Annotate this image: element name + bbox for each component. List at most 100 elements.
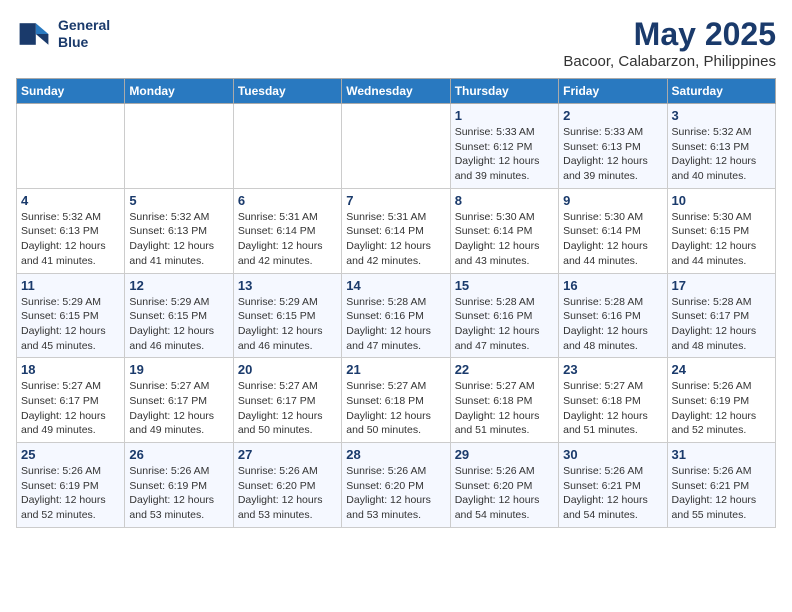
day-info: Sunrise: 5:26 AM Sunset: 6:19 PM Dayligh… [129, 464, 228, 523]
day-info: Sunrise: 5:30 AM Sunset: 6:15 PM Dayligh… [672, 210, 771, 269]
day-info: Sunrise: 5:27 AM Sunset: 6:18 PM Dayligh… [563, 379, 662, 438]
calendar-cell: 25 Sunrise: 5:26 AM Sunset: 6:19 PM Dayli… [17, 443, 125, 528]
day-info: Sunrise: 5:28 AM Sunset: 6:16 PM Dayligh… [563, 295, 662, 354]
day-info: Sunrise: 5:29 AM Sunset: 6:15 PM Dayligh… [238, 295, 337, 354]
day-info: Sunrise: 5:32 AM Sunset: 6:13 PM Dayligh… [129, 210, 228, 269]
calendar-week-row: 18 Sunrise: 5:27 AM Sunset: 6:17 PM Dayli… [17, 358, 776, 443]
day-number: 29 [455, 447, 554, 462]
day-info: Sunrise: 5:33 AM Sunset: 6:13 PM Dayligh… [563, 125, 662, 184]
day-number: 23 [563, 362, 662, 377]
calendar-cell: 13 Sunrise: 5:29 AM Sunset: 6:15 PM Dayli… [233, 273, 341, 358]
calendar-cell: 7 Sunrise: 5:31 AM Sunset: 6:14 PM Daylig… [342, 188, 450, 273]
day-info: Sunrise: 5:28 AM Sunset: 6:16 PM Dayligh… [455, 295, 554, 354]
day-number: 5 [129, 193, 228, 208]
calendar-cell: 3 Sunrise: 5:32 AM Sunset: 6:13 PM Daylig… [667, 104, 775, 189]
day-info: Sunrise: 5:26 AM Sunset: 6:19 PM Dayligh… [21, 464, 120, 523]
day-info: Sunrise: 5:30 AM Sunset: 6:14 PM Dayligh… [563, 210, 662, 269]
day-info: Sunrise: 5:33 AM Sunset: 6:12 PM Dayligh… [455, 125, 554, 184]
column-header-wednesday: Wednesday [342, 79, 450, 104]
calendar-cell: 1 Sunrise: 5:33 AM Sunset: 6:12 PM Daylig… [450, 104, 558, 189]
day-info: Sunrise: 5:26 AM Sunset: 6:20 PM Dayligh… [238, 464, 337, 523]
calendar-cell: 31Sunrise: 5:26 AM Sunset: 6:21 PM Dayli… [667, 443, 775, 528]
calendar-week-row: 4Sunrise: 5:32 AM Sunset: 6:13 PM Daylig… [17, 188, 776, 273]
calendar-cell: 11 Sunrise: 5:29 AM Sunset: 6:15 PM Dayli… [17, 273, 125, 358]
day-number: 9 [563, 193, 662, 208]
day-number: 1 [455, 108, 554, 123]
day-info: Sunrise: 5:26 AM Sunset: 6:21 PM Dayligh… [672, 464, 771, 523]
day-info: Sunrise: 5:31 AM Sunset: 6:14 PM Dayligh… [346, 210, 445, 269]
logo-icon [16, 16, 52, 52]
day-number: 16 [563, 278, 662, 293]
calendar-cell: 12 Sunrise: 5:29 AM Sunset: 6:15 PM Dayli… [125, 273, 233, 358]
column-header-saturday: Saturday [667, 79, 775, 104]
calendar-cell: 16 Sunrise: 5:28 AM Sunset: 6:16 PM Dayli… [559, 273, 667, 358]
day-info: Sunrise: 5:32 AM Sunset: 6:13 PM Dayligh… [21, 210, 120, 269]
day-number: 25 [21, 447, 120, 462]
calendar-week-row: 25 Sunrise: 5:26 AM Sunset: 6:19 PM Dayli… [17, 443, 776, 528]
calendar-cell: 2 Sunrise: 5:33 AM Sunset: 6:13 PM Daylig… [559, 104, 667, 189]
day-info: Sunrise: 5:29 AM Sunset: 6:15 PM Dayligh… [129, 295, 228, 354]
day-number: 6 [238, 193, 337, 208]
day-info: Sunrise: 5:32 AM Sunset: 6:13 PM Dayligh… [672, 125, 771, 184]
calendar-cell: 28Sunrise: 5:26 AM Sunset: 6:20 PM Dayli… [342, 443, 450, 528]
day-number: 8 [455, 193, 554, 208]
calendar-cell: 10 Sunrise: 5:30 AM Sunset: 6:15 PM Dayli… [667, 188, 775, 273]
day-info: Sunrise: 5:27 AM Sunset: 6:18 PM Dayligh… [455, 379, 554, 438]
calendar-cell: 17 Sunrise: 5:28 AM Sunset: 6:17 PM Dayli… [667, 273, 775, 358]
calendar-cell: 30 Sunrise: 5:26 AM Sunset: 6:21 PM Dayli… [559, 443, 667, 528]
calendar-cell: 23 Sunrise: 5:27 AM Sunset: 6:18 PM Dayli… [559, 358, 667, 443]
day-info: Sunrise: 5:26 AM Sunset: 6:19 PM Dayligh… [672, 379, 771, 438]
calendar-cell: 21Sunrise: 5:27 AM Sunset: 6:18 PM Dayli… [342, 358, 450, 443]
day-info: Sunrise: 5:30 AM Sunset: 6:14 PM Dayligh… [455, 210, 554, 269]
calendar-cell: 19 Sunrise: 5:27 AM Sunset: 6:17 PM Dayli… [125, 358, 233, 443]
day-number: 3 [672, 108, 771, 123]
calendar-cell [233, 104, 341, 189]
day-number: 12 [129, 278, 228, 293]
calendar-week-row: 1 Sunrise: 5:33 AM Sunset: 6:12 PM Daylig… [17, 104, 776, 189]
day-number: 13 [238, 278, 337, 293]
calendar-cell: 26 Sunrise: 5:26 AM Sunset: 6:19 PM Dayli… [125, 443, 233, 528]
day-number: 10 [672, 193, 771, 208]
calendar-cell: 29 Sunrise: 5:26 AM Sunset: 6:20 PM Dayli… [450, 443, 558, 528]
calendar-cell: 4Sunrise: 5:32 AM Sunset: 6:13 PM Daylig… [17, 188, 125, 273]
day-info: Sunrise: 5:29 AM Sunset: 6:15 PM Dayligh… [21, 295, 120, 354]
day-info: Sunrise: 5:27 AM Sunset: 6:17 PM Dayligh… [238, 379, 337, 438]
day-number: 26 [129, 447, 228, 462]
main-title: May 2025 [563, 16, 776, 53]
day-number: 7 [346, 193, 445, 208]
day-number: 19 [129, 362, 228, 377]
day-info: Sunrise: 5:28 AM Sunset: 6:17 PM Dayligh… [672, 295, 771, 354]
day-number: 22 [455, 362, 554, 377]
calendar-table: SundayMondayTuesdayWednesdayThursdayFrid… [16, 78, 776, 528]
calendar-cell: 27 Sunrise: 5:26 AM Sunset: 6:20 PM Dayli… [233, 443, 341, 528]
calendar-cell [17, 104, 125, 189]
day-number: 2 [563, 108, 662, 123]
day-info: Sunrise: 5:27 AM Sunset: 6:17 PM Dayligh… [129, 379, 228, 438]
day-number: 17 [672, 278, 771, 293]
day-info: Sunrise: 5:26 AM Sunset: 6:21 PM Dayligh… [563, 464, 662, 523]
day-number: 18 [21, 362, 120, 377]
logo-text: General Blue [58, 17, 110, 51]
calendar-cell [125, 104, 233, 189]
day-number: 30 [563, 447, 662, 462]
calendar-cell: 15 Sunrise: 5:28 AM Sunset: 6:16 PM Dayli… [450, 273, 558, 358]
day-number: 28 [346, 447, 445, 462]
title-block: May 2025 Bacoor, Calabarzon, Philippines [563, 16, 776, 70]
logo-line1: General [58, 17, 110, 34]
calendar-cell: 14Sunrise: 5:28 AM Sunset: 6:16 PM Dayli… [342, 273, 450, 358]
subtitle: Bacoor, Calabarzon, Philippines [563, 53, 776, 70]
logo-line2: Blue [58, 34, 110, 51]
day-info: Sunrise: 5:27 AM Sunset: 6:18 PM Dayligh… [346, 379, 445, 438]
logo: General Blue [16, 16, 110, 52]
day-number: 27 [238, 447, 337, 462]
day-info: Sunrise: 5:28 AM Sunset: 6:16 PM Dayligh… [346, 295, 445, 354]
day-number: 15 [455, 278, 554, 293]
calendar-cell: 24Sunrise: 5:26 AM Sunset: 6:19 PM Dayli… [667, 358, 775, 443]
day-number: 20 [238, 362, 337, 377]
calendar-week-row: 11 Sunrise: 5:29 AM Sunset: 6:15 PM Dayli… [17, 273, 776, 358]
column-header-tuesday: Tuesday [233, 79, 341, 104]
day-number: 11 [21, 278, 120, 293]
column-header-sunday: Sunday [17, 79, 125, 104]
column-header-monday: Monday [125, 79, 233, 104]
day-info: Sunrise: 5:26 AM Sunset: 6:20 PM Dayligh… [455, 464, 554, 523]
